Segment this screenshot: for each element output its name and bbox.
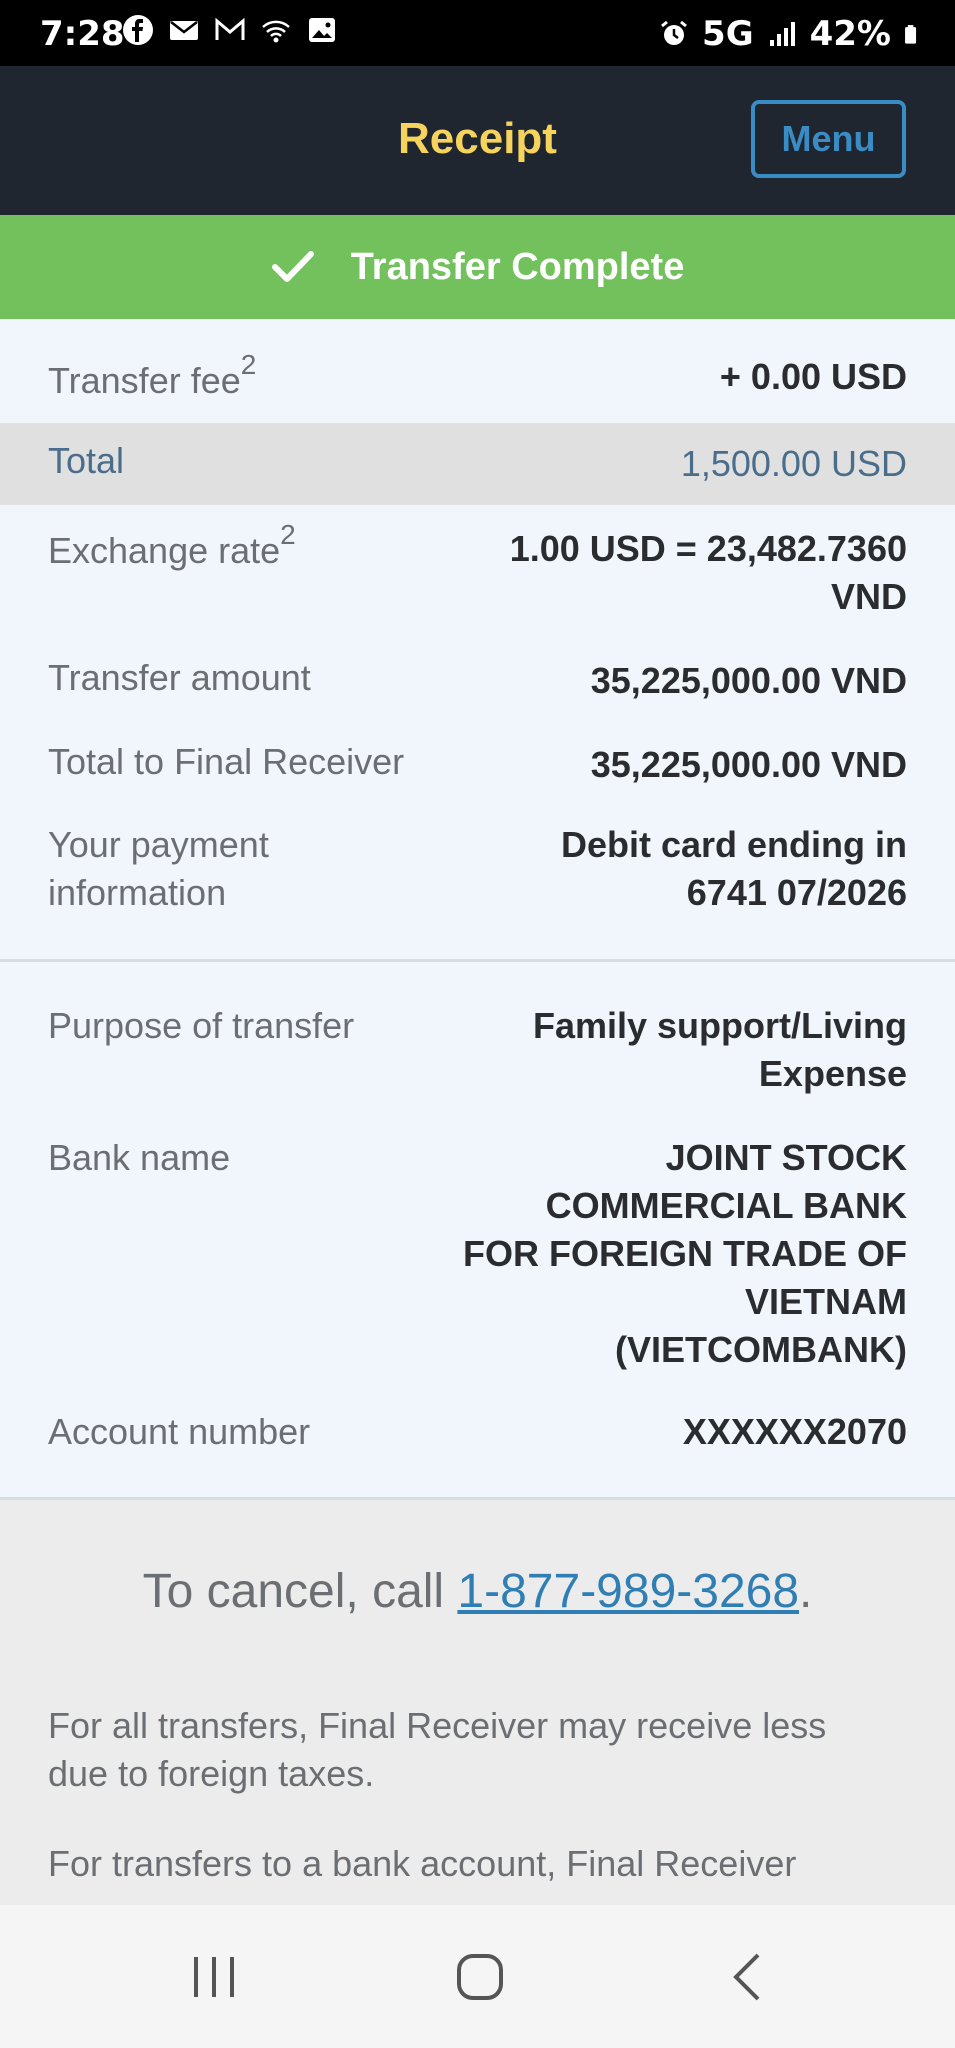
- account-number-row: Account number XXXXXX2070: [0, 1408, 955, 1468]
- transfer-amount-label: Transfer amount: [48, 657, 311, 698]
- app-header: Receipt Menu: [0, 66, 955, 215]
- facebook-icon: [123, 15, 153, 45]
- mail-icon: [170, 21, 198, 40]
- battery-icon: [905, 25, 917, 44]
- status-left-icons: [122, 14, 338, 46]
- final-receiver-value: 35,225,000.00 VND: [590, 744, 907, 785]
- payment-info-value: Debit card ending in 6741 07/2026: [560, 824, 907, 913]
- final-receiver-label: Total to Final Receiver: [48, 741, 405, 782]
- check-icon: [271, 251, 314, 282]
- network-type: 5G: [702, 14, 754, 54]
- status-bar: 7:28 5G 42%: [0, 0, 955, 66]
- payment-info-label: Your payment information: [48, 824, 269, 913]
- exchange-rate-label: Exchange rate2: [48, 519, 296, 571]
- status-time: 7:28: [40, 14, 125, 54]
- menu-button[interactable]: Menu: [751, 100, 906, 178]
- bank-account-note: For transfers to a bank account, Final R…: [48, 1843, 797, 1884]
- bank-name-label: Bank name: [48, 1137, 231, 1178]
- wifi-icon: [262, 20, 290, 43]
- system-nav-bar: [0, 1905, 955, 2048]
- exchange-rate-row: Exchange rate2 1.00 USD = 23,482.7360 VND: [0, 505, 955, 635]
- signal-icon: [769, 22, 795, 46]
- image-icon: [309, 18, 335, 42]
- alarm-icon: [661, 20, 687, 45]
- gmail-icon: [215, 17, 245, 40]
- home-icon[interactable]: [450, 1947, 510, 2007]
- payment-info-row: Your payment information Debit card endin…: [0, 821, 955, 921]
- exchange-rate-value: 1.00 USD = 23,482.7360 VND: [509, 528, 907, 617]
- bank-name-row: Bank name JOINT STOCK COMMERCIAL BANK FO…: [0, 1134, 955, 1384]
- total-label: Total: [48, 440, 125, 481]
- purpose-value: Family support/Living Expense: [532, 1005, 907, 1094]
- phone-link[interactable]: 1-877-989-3268: [457, 1565, 799, 1618]
- status-right-icons: 5G 42%: [658, 14, 925, 54]
- account-number-label: Account number: [48, 1411, 311, 1452]
- bank-name-value: JOINT STOCK COMMERCIAL BANK FOR FOREIGN …: [463, 1137, 907, 1370]
- total-row: Total 1,500.00 USD: [0, 423, 955, 505]
- banner-text: Transfer Complete: [350, 245, 685, 288]
- purpose-label: Purpose of transfer: [48, 1005, 355, 1046]
- account-number-value: XXXXXX2070: [682, 1411, 907, 1452]
- total-value: 1,500.00 USD: [680, 443, 907, 484]
- transfer-fee-label: Transfer fee2: [48, 349, 257, 401]
- transfer-fee-row: Transfer fee2 + 0.00 USD: [0, 319, 955, 423]
- recent-apps-icon[interactable]: [184, 1947, 244, 2007]
- purpose-row: Purpose of transfer Family support/Livin…: [0, 1002, 955, 1102]
- battery-percent: 42%: [809, 14, 891, 54]
- transfer-amount-row: Transfer amount 35,225,000.00 VND: [0, 653, 955, 713]
- transfer-complete-banner: Transfer Complete: [0, 215, 955, 319]
- back-icon[interactable]: [720, 1947, 780, 2007]
- section-divider: [0, 959, 955, 962]
- transfer-amount-value: 35,225,000.00 VND: [590, 660, 907, 701]
- final-receiver-row: Total to Final Receiver 35,225,000.00 VN…: [0, 737, 955, 797]
- transfer-fee-value: + 0.00 USD: [719, 356, 907, 397]
- cancel-instructions: To cancel, call 1-877-989-3268.: [142, 1565, 813, 1618]
- footer: To cancel, call 1-877-989-3268. For all …: [0, 1500, 955, 1905]
- foreign-taxes-note: For all transfers, Final Receiver may re…: [48, 1705, 827, 1794]
